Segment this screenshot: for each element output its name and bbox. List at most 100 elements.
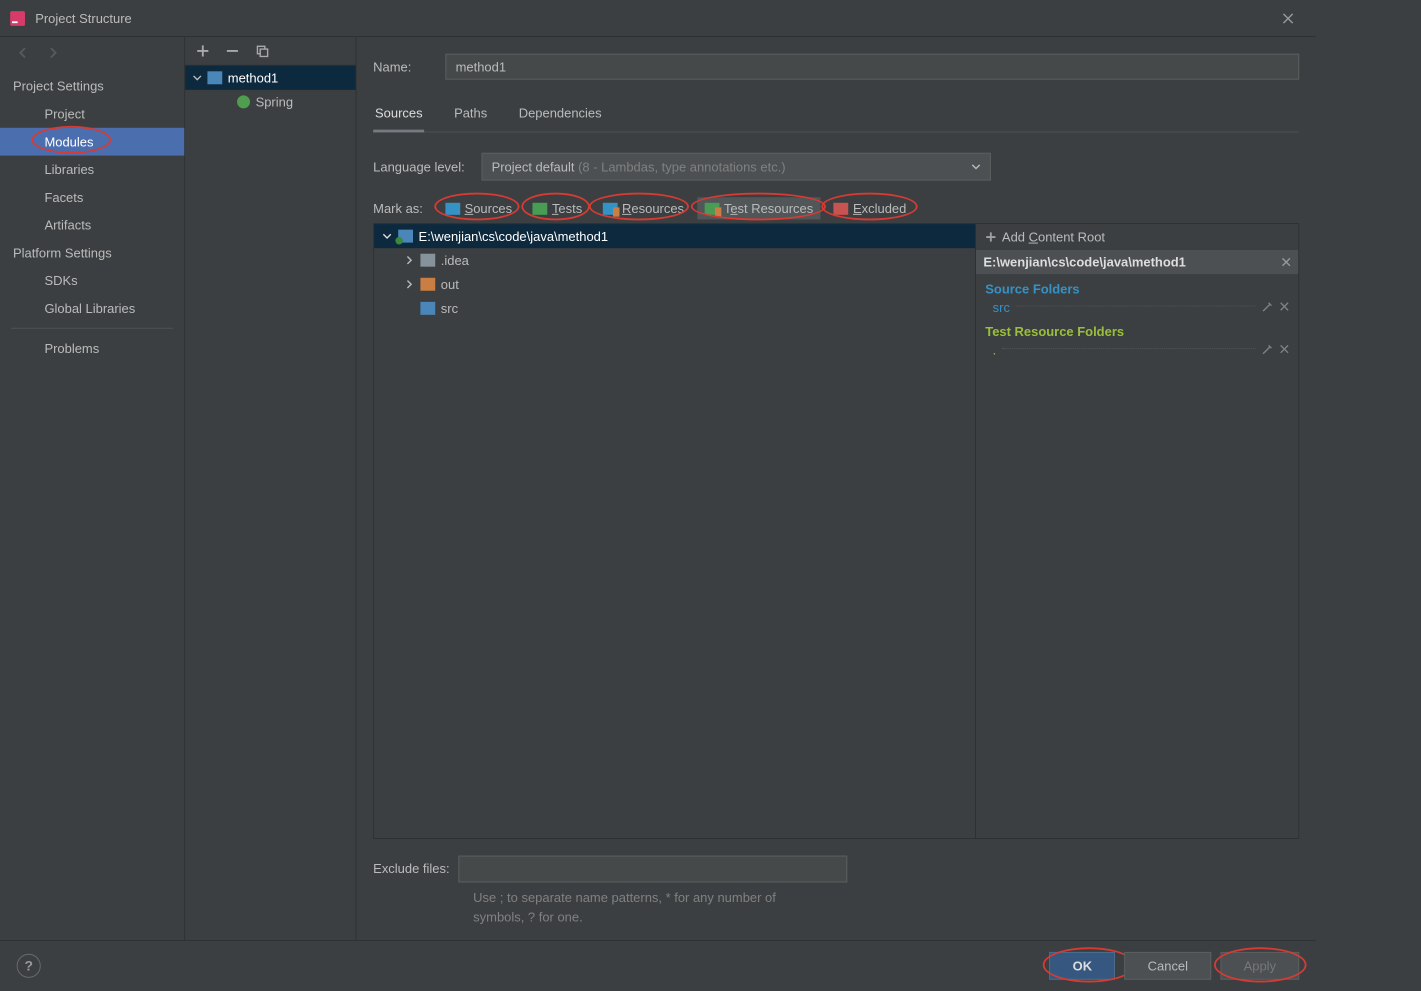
mark-sources[interactable]: Sources (438, 197, 520, 219)
back-icon[interactable] (17, 46, 30, 59)
sidebar-item-sdks[interactable]: SDKs (0, 267, 184, 295)
mark-resources-label: esources (631, 201, 684, 216)
section-platform-settings: Platform Settings (0, 239, 184, 267)
mark-sources-label: ources (473, 201, 512, 216)
mark-test-resources[interactable]: Test Resources (697, 197, 821, 219)
file-tree-item[interactable]: .idea (374, 248, 975, 272)
mark-excluded[interactable]: Excluded (826, 197, 914, 219)
chevron-down-icon (971, 162, 980, 171)
sidebar-item-modules[interactable]: Modules (0, 128, 184, 156)
sidebar: Project Settings Project Modules Librari… (0, 37, 185, 940)
plus-icon (985, 232, 996, 243)
titlebar: Project Structure (0, 0, 1316, 37)
chevron-down-icon (193, 73, 202, 82)
add-content-root[interactable]: Add Content Root (976, 224, 1298, 250)
window-title: Project Structure (35, 11, 132, 26)
nav-arrows (0, 37, 184, 72)
language-level-select[interactable]: Project default (8 - Lambdas, type annot… (481, 153, 990, 181)
sidebar-item-artifacts[interactable]: Artifacts (0, 211, 184, 239)
sidebar-item-label: Modules (44, 134, 93, 149)
file-tree: E:\wenjian\cs\code\java\method1 .idea ou… (374, 224, 976, 838)
mark-tests-label: ests (558, 201, 582, 216)
exclude-hint: Use ; to separate name patterns, * for a… (473, 888, 1299, 927)
content-roots-panel: Add Content Root E:\wenjian\cs\code\java… (976, 224, 1298, 838)
source-folder-item[interactable]: src (976, 298, 1298, 317)
root-path-text: E:\wenjian\cs\code\java\method1 (983, 255, 1185, 270)
lang-label: Language level: (373, 159, 465, 174)
close-icon (1283, 13, 1294, 24)
forward-icon[interactable] (46, 46, 59, 59)
folder-icon (420, 278, 435, 291)
module-toolbar (185, 37, 355, 66)
name-label: Name: (373, 59, 429, 74)
edit-icon[interactable] (1261, 302, 1272, 313)
dotted-line (1016, 306, 1256, 307)
spring-icon (237, 95, 250, 108)
chevron-down-icon (382, 232, 391, 241)
sidebar-item-libraries[interactable]: Libraries (0, 156, 184, 184)
close-button[interactable] (1270, 0, 1307, 37)
resources-icon (603, 202, 618, 214)
sidebar-item-problems[interactable]: Problems (0, 334, 184, 362)
content-root-path[interactable]: E:\wenjian\cs\code\java\method1 (976, 250, 1298, 274)
main-panel: Name: Sources Paths Dependencies Languag… (357, 37, 1316, 940)
buttons-bar: ? OK Cancel Apply (0, 940, 1316, 991)
source-folder-name: src (993, 300, 1010, 315)
help-button[interactable]: ? (17, 954, 41, 978)
section-project-settings: Project Settings (0, 72, 184, 100)
remove-icon[interactable] (1282, 257, 1291, 266)
remove-icon[interactable] (1280, 344, 1289, 353)
content-split: E:\wenjian\cs\code\java\method1 .idea ou… (373, 223, 1299, 839)
file-tree-item[interactable]: src (374, 296, 975, 320)
module-child[interactable]: Spring (185, 90, 355, 114)
copy-icon[interactable] (256, 44, 269, 57)
root-folder-icon (398, 230, 413, 243)
content-root[interactable]: E:\wenjian\cs\code\java\method1 (374, 224, 975, 248)
exclude-label: Exclude files: (373, 856, 449, 876)
sidebar-item-facets[interactable]: Facets (0, 183, 184, 211)
folder-name: out (441, 277, 459, 292)
app-icon (9, 10, 26, 27)
markas-label: Mark as: (373, 201, 423, 216)
sources-icon (445, 202, 460, 214)
divider (11, 328, 173, 329)
tab-paths[interactable]: Paths (452, 100, 489, 131)
folder-icon (420, 302, 435, 315)
remove-icon[interactable] (1280, 302, 1289, 311)
file-tree-item[interactable]: out (374, 272, 975, 296)
add-icon[interactable] (196, 44, 209, 57)
module-root[interactable]: method1 (185, 66, 355, 90)
test-res-folder-name: . (993, 343, 997, 358)
excluded-icon (834, 202, 849, 214)
apply-button[interactable]: Apply (1220, 952, 1299, 980)
lang-value: Project default (492, 159, 575, 174)
mark-tests[interactable]: Tests (525, 197, 590, 219)
name-input[interactable] (445, 54, 1299, 80)
mark-as-row: Mark as: Sources Tests Resources Test Re… (373, 197, 1299, 219)
chevron-right-icon (405, 280, 414, 289)
module-child-name: Spring (256, 94, 293, 109)
sidebar-item-project[interactable]: Project (0, 100, 184, 128)
tabs: Sources Paths Dependencies (373, 100, 1299, 132)
folder-name: .idea (441, 253, 469, 268)
tab-dependencies[interactable]: Dependencies (517, 100, 604, 131)
mark-excluded-label: xcluded (862, 201, 907, 216)
edit-icon[interactable] (1261, 344, 1272, 355)
module-name: method1 (228, 70, 278, 85)
remove-icon[interactable] (226, 44, 239, 57)
source-folders-header: Source Folders (976, 274, 1298, 298)
tab-sources[interactable]: Sources (373, 100, 424, 132)
test-resource-folder-item[interactable]: . (976, 341, 1298, 360)
folder-name: src (441, 301, 458, 316)
lang-hint: (8 - Lambdas, type annotations etc.) (578, 159, 786, 174)
tests-icon (533, 202, 548, 214)
cancel-button[interactable]: Cancel (1125, 952, 1212, 980)
test-resources-icon (704, 202, 719, 214)
sidebar-item-global-libraries[interactable]: Global Libraries (0, 294, 184, 322)
exclude-files-input[interactable] (459, 856, 848, 883)
test-resource-folders-header: Test Resource Folders (976, 317, 1298, 341)
root-path: E:\wenjian\cs\code\java\method1 (419, 229, 609, 244)
mark-resources[interactable]: Resources (595, 197, 691, 219)
module-icon (207, 71, 222, 84)
ok-button[interactable]: OK (1050, 952, 1116, 980)
